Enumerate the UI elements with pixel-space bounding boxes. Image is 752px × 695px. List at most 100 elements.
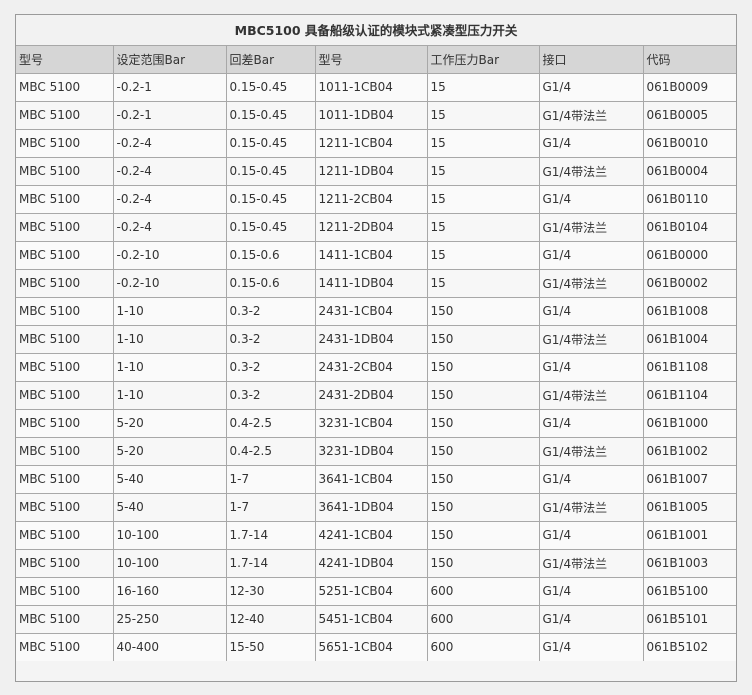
table-cell: 3641-1DB04: [314, 492, 428, 522]
table-cell: -0.2-4: [112, 184, 227, 214]
table-cell: G1/4: [538, 632, 644, 661]
table-cell: 1.7-14: [225, 520, 316, 550]
header-cell: 型号: [16, 44, 114, 74]
table-cell: G1/4带法兰: [538, 324, 644, 354]
table-cell: 061B0005: [642, 100, 737, 130]
table-cell: 5-40: [112, 492, 227, 522]
table-row: MBC 5100 -0.2-1 0.15-0.45 1011-1CB04 15 G1/4 0…: [16, 72, 737, 102]
table-cell: 150: [426, 464, 540, 494]
table-cell: 12-30: [225, 576, 316, 606]
table-cell: 15-50: [225, 632, 316, 661]
table-cell: 0.3-2: [225, 296, 316, 326]
table-cell: -0.2-4: [112, 212, 227, 242]
table-cell: 15: [426, 268, 540, 298]
table-cell: 15: [426, 156, 540, 186]
table-row: MBC 5100 -0.2-4 0.15-0.45 1211-1CB04 15 G1/4 0…: [16, 128, 737, 158]
table-cell: 150: [426, 380, 540, 410]
table-cell: 061B0104: [642, 212, 737, 242]
table-cell: 5-20: [112, 408, 227, 438]
table-cell: 2431-1DB04: [314, 324, 428, 354]
table-cell: 150: [426, 296, 540, 326]
table-cell: MBC 5100: [16, 240, 114, 270]
table-row: MBC 5100 -0.2-4 0.15-0.45 1211-2CB04 15 G1/4 0…: [16, 184, 737, 214]
table-cell: 5251-1CB04: [314, 576, 428, 606]
table-cell: 1011-1DB04: [314, 100, 428, 130]
table-cell: MBC 5100: [16, 128, 114, 158]
header-cell: 设定范围Bar: [112, 44, 227, 74]
table-cell: G1/4带法兰: [538, 380, 644, 410]
table-cell: 0.4-2.5: [225, 436, 316, 466]
table-cell: G1/4: [538, 128, 644, 158]
table-cell: 0.4-2.5: [225, 408, 316, 438]
table-cell: MBC 5100: [16, 380, 114, 410]
table-cell: 1.7-14: [225, 548, 316, 578]
table-cell: 0.15-0.45: [225, 128, 316, 158]
table-row: MBC 5100 40-400 15-50 5651-1CB04 600 G1/4 061B…: [16, 632, 737, 661]
header-cell: 接口: [538, 44, 644, 74]
table-cell: MBC 5100: [16, 548, 114, 578]
header-cell: 工作压力Bar: [426, 44, 540, 74]
table-cell: 1211-1DB04: [314, 156, 428, 186]
table-cell: 3231-1DB04: [314, 436, 428, 466]
table-cell: 061B1001: [642, 520, 737, 550]
table-row: MBC 5100 5-40 1-7 3641-1CB04 150 G1/4 061B1007: [16, 464, 737, 494]
table-cell: MBC 5100: [16, 632, 114, 661]
table-cell: G1/4: [538, 72, 644, 102]
table-cell: 3641-1CB04: [314, 464, 428, 494]
table-cell: -0.2-10: [112, 268, 227, 298]
table-cell: G1/4带法兰: [538, 548, 644, 578]
header-row: 型号 设定范围Bar 回差Bar 型号 工作压力Bar 接口 代码: [16, 44, 737, 74]
table-cell: G1/4: [538, 240, 644, 270]
table-cell: MBC 5100: [16, 520, 114, 550]
table-cell: G1/4: [538, 184, 644, 214]
table-cell: 15: [426, 72, 540, 102]
table-row: MBC 5100 5-20 0.4-2.5 3231-1DB04 150 G1/4带法兰 0…: [16, 436, 737, 466]
table-cell: MBC 5100: [16, 492, 114, 522]
table-cell: 061B5102: [642, 632, 737, 661]
table-row: MBC 5100 16-160 12-30 5251-1CB04 600 G1/4 061B…: [16, 576, 737, 606]
table-cell: 16-160: [112, 576, 227, 606]
table-cell: MBC 5100: [16, 268, 114, 298]
table-row: MBC 5100 1-10 0.3-2 2431-2DB04 150 G1/4带法兰 061…: [16, 380, 737, 410]
table-cell: 061B0010: [642, 128, 737, 158]
table-cell: 150: [426, 492, 540, 522]
table-cell: 600: [426, 632, 540, 661]
table-row: MBC 5100 10-100 1.7-14 4241-1CB04 150 G1/4 061…: [16, 520, 737, 550]
table-cell: 10-100: [112, 520, 227, 550]
table-row: MBC 5100 5-20 0.4-2.5 3231-1CB04 150 G1/4 061B…: [16, 408, 737, 438]
table-cell: G1/4: [538, 352, 644, 382]
pressure-switch-table: MBC5100 具备船级认证的模块式紧凑型压力开关 型号 设定范围Bar 回差B…: [16, 15, 737, 661]
table-cell: MBC 5100: [16, 324, 114, 354]
table-cell: 1-10: [112, 296, 227, 326]
table-cell: 150: [426, 548, 540, 578]
table-cell: 4241-1DB04: [314, 548, 428, 578]
table-cell: 2431-1CB04: [314, 296, 428, 326]
table-cell: 061B1104: [642, 380, 737, 410]
table-row: MBC 5100 1-10 0.3-2 2431-1CB04 150 G1/4 061B10…: [16, 296, 737, 326]
table-cell: 1211-2DB04: [314, 212, 428, 242]
table-cell: 15: [426, 240, 540, 270]
table-row: MBC 5100 -0.2-4 0.15-0.45 1211-2DB04 15 G1/4带…: [16, 212, 737, 242]
table-cell: 0.15-0.45: [225, 72, 316, 102]
table-cell: 061B1008: [642, 296, 737, 326]
table-cell: 1411-1DB04: [314, 268, 428, 298]
table-cell: -0.2-1: [112, 100, 227, 130]
table-cell: 5451-1CB04: [314, 604, 428, 634]
table-cell: G1/4带法兰: [538, 156, 644, 186]
table-cell: 1-10: [112, 324, 227, 354]
header-cell: 型号: [314, 44, 428, 74]
table-cell: 600: [426, 576, 540, 606]
table-cell: 061B0009: [642, 72, 737, 102]
table-cell: -0.2-10: [112, 240, 227, 270]
table-cell: 5651-1CB04: [314, 632, 428, 661]
table-cell: 1-10: [112, 380, 227, 410]
table-cell: 15: [426, 212, 540, 242]
table-cell: G1/4带法兰: [538, 492, 644, 522]
table-cell: 5-20: [112, 436, 227, 466]
table-cell: MBC 5100: [16, 576, 114, 606]
table-cell: 150: [426, 408, 540, 438]
table-cell: 0.3-2: [225, 352, 316, 382]
table-cell: 40-400: [112, 632, 227, 661]
table-cell: 061B1108: [642, 352, 737, 382]
table-cell: 15: [426, 128, 540, 158]
